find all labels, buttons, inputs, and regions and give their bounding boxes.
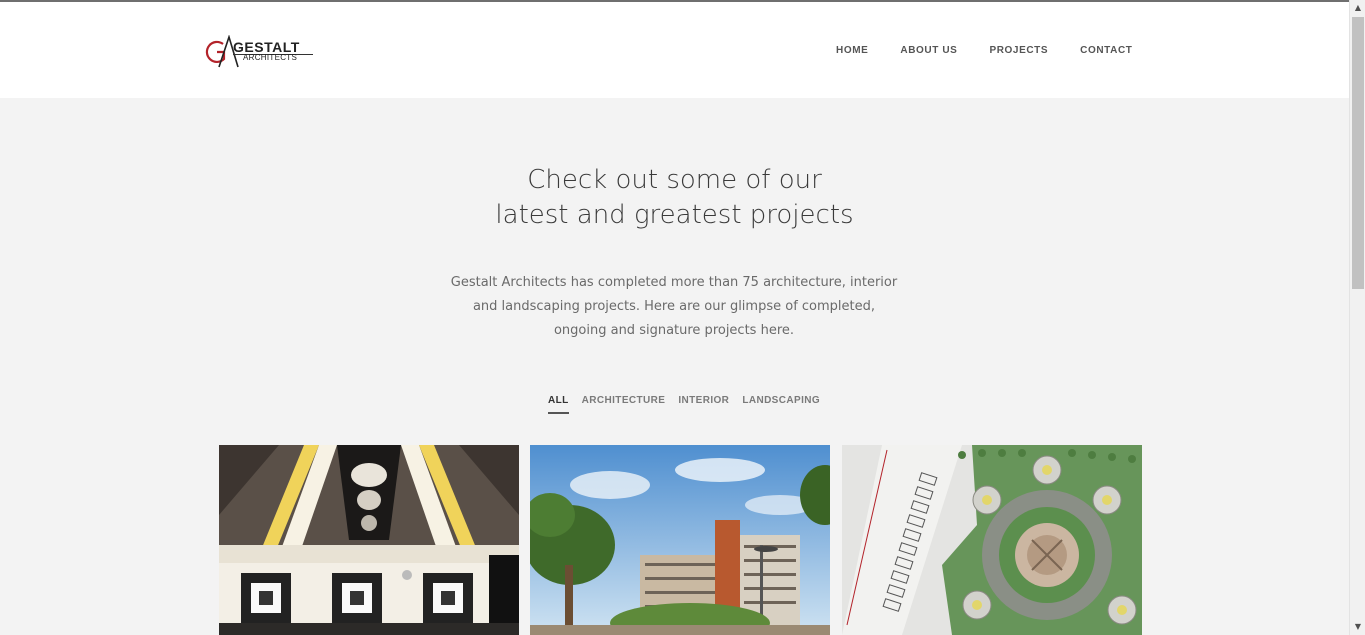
scroll-up-icon[interactable]: ▲ xyxy=(1350,0,1365,16)
filter-landscaping[interactable]: LANDSCAPING xyxy=(742,395,820,414)
project-card-landscaping[interactable] xyxy=(842,445,1142,635)
gestalt-logo[interactable]: GESTALT ARCHITECTS xyxy=(205,35,315,69)
projects-heading: Check out some of our latest and greates… xyxy=(0,163,1349,233)
project-card-architecture[interactable] xyxy=(530,445,830,635)
project-filters: ALL ARCHITECTURE INTERIOR LANDSCAPING xyxy=(548,395,833,414)
nav-projects[interactable]: PROJECTS xyxy=(989,45,1048,56)
filter-interior[interactable]: INTERIOR xyxy=(678,395,729,414)
filter-architecture[interactable]: ARCHITECTURE xyxy=(582,395,666,414)
filter-all[interactable]: ALL xyxy=(548,395,569,414)
nav-contact[interactable]: CONTACT xyxy=(1080,45,1132,56)
nav-about-us[interactable]: ABOUT US xyxy=(900,45,957,56)
projects-intro-text: Gestalt Architects has completed more th… xyxy=(450,275,898,338)
project-card-interior[interactable] xyxy=(219,445,519,635)
projects-heading-line1: Check out some of our xyxy=(527,165,822,195)
architecture-render-image xyxy=(530,445,830,635)
nav-home[interactable]: HOME xyxy=(836,45,868,56)
vertical-scrollbar[interactable]: ▲ ▼ xyxy=(1349,0,1365,635)
scroll-down-icon[interactable]: ▼ xyxy=(1350,619,1365,635)
scrollbar-thumb[interactable] xyxy=(1352,17,1364,289)
landscaping-plan-image xyxy=(842,445,1142,635)
main-nav: HOME ABOUT US PROJECTS CONTACT xyxy=(836,45,1164,56)
interior-photo-image xyxy=(219,445,519,635)
logo-sub-text: ARCHITECTS xyxy=(243,53,298,62)
site-header: GESTALT ARCHITECTS HOME ABOUT US PROJECT… xyxy=(0,2,1349,98)
projects-heading-line2: latest and greatest projects xyxy=(495,200,854,230)
